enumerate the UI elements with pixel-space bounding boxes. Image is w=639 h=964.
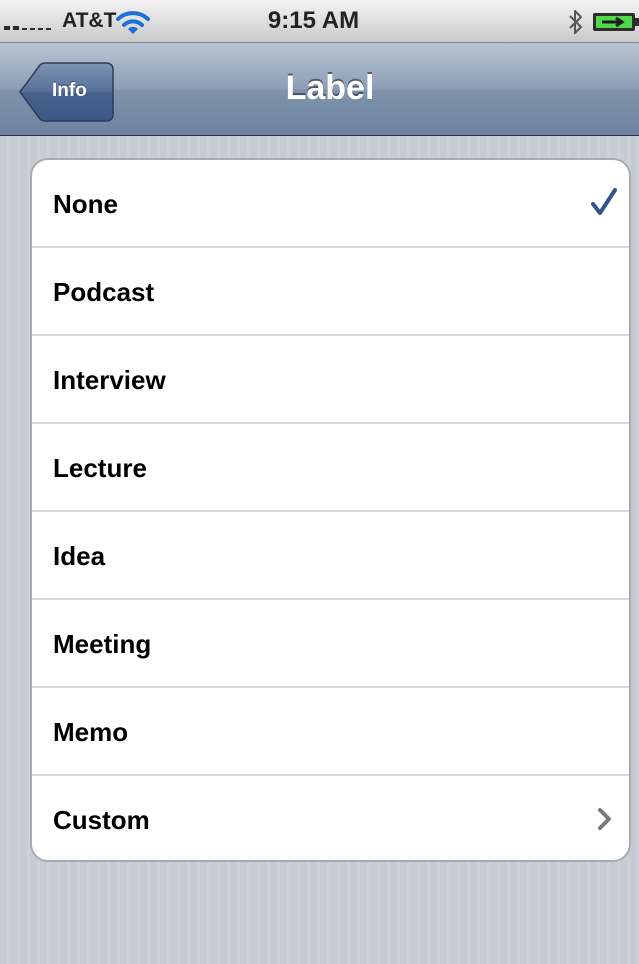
option-label: Idea [53,541,106,571]
option-label: Podcast [53,277,155,307]
option-label: Interview [53,365,166,395]
back-button[interactable]: Info [18,62,114,122]
navigation-bar: Info Label [0,43,639,136]
option-label: Lecture [53,453,147,483]
chevron-right-icon [598,808,611,830]
checkmark-icon [591,188,617,215]
option-label: Custom [53,805,150,835]
option-row-meeting[interactable]: Meeting [32,600,629,688]
option-label: Meeting [53,629,152,659]
option-row-lecture[interactable]: Lecture [32,424,629,512]
option-row-interview[interactable]: Interview [32,336,629,424]
battery-charging-icon [593,13,639,31]
option-row-idea[interactable]: Idea [32,512,629,600]
label-options-list: None Podcast Interview Lecture Idea Meet… [30,158,631,862]
option-row-memo[interactable]: Memo [32,688,629,776]
status-clock: 9:15 AM [0,8,639,34]
option-row-none[interactable]: None [32,160,629,248]
page-title: Label [285,69,375,107]
option-label: None [53,189,118,219]
option-label: Memo [53,717,129,747]
status-bar: AT&T 9:15 AM [0,0,639,43]
clock-text: 9:15 AM [267,7,360,34]
option-row-podcast[interactable]: Podcast [32,248,629,336]
bluetooth-icon [569,10,582,34]
back-button-label: Info [52,80,87,101]
option-row-custom[interactable]: Custom [32,776,629,860]
